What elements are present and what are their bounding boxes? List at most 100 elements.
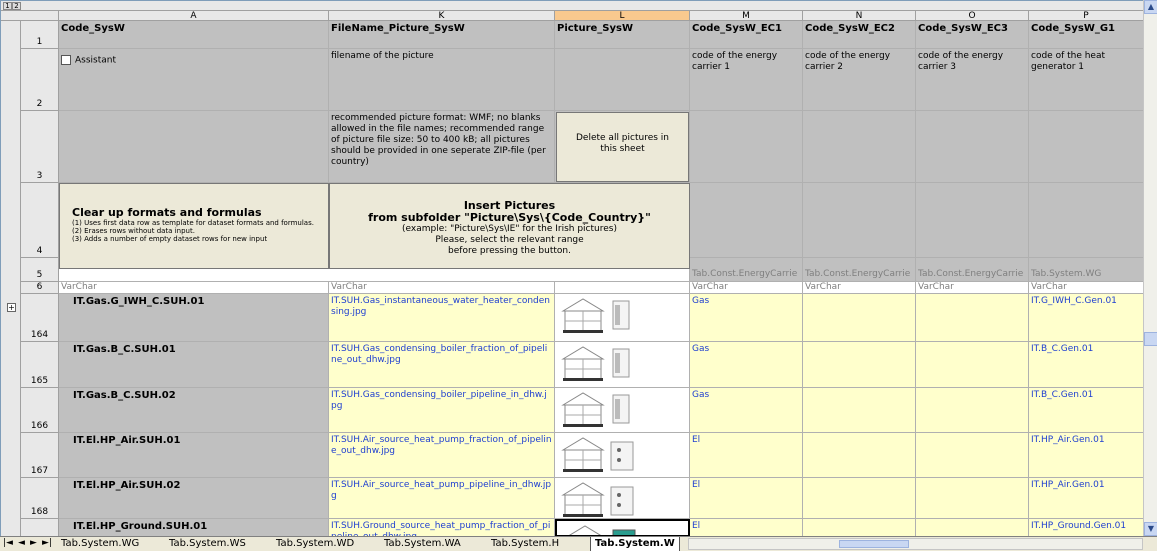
cell-energy-carrier-1[interactable]: Gas [690, 294, 803, 342]
row-header[interactable]: 4 [21, 183, 59, 258]
column-header-m[interactable]: M [690, 11, 803, 21]
row-header[interactable]: 165 [21, 342, 59, 388]
cell-a6[interactable]: VarChar [59, 282, 329, 294]
cell-m2[interactable]: code of the energy carrier 1 [690, 49, 803, 111]
cell-filename[interactable]: IT.SUH.Air_source_heat_pump_fraction_of_… [329, 433, 555, 478]
first-sheet-icon[interactable]: |◄ [3, 538, 13, 548]
last-sheet-icon[interactable]: ►| [42, 538, 52, 548]
sheet-tab[interactable]: Tab.System.H [487, 537, 563, 551]
cell-energy-carrier-2[interactable] [803, 388, 916, 433]
cell-m5[interactable]: Tab.Const.EnergyCarrie [690, 258, 803, 282]
cell-n2[interactable]: code of the energy carrier 2 [803, 49, 916, 111]
cell-picture[interactable] [555, 294, 690, 342]
horizontal-scroll-thumb[interactable] [839, 540, 909, 548]
select-all-corner[interactable] [1, 11, 59, 21]
cell-filename[interactable]: IT.SUH.Gas_condensing_boiler_fraction_of… [329, 342, 555, 388]
cell-m3[interactable] [690, 111, 803, 183]
cell-energy-carrier-2[interactable] [803, 342, 916, 388]
cell-n5[interactable]: Tab.Const.EnergyCarrie [803, 258, 916, 282]
row-header[interactable]: 167 [21, 433, 59, 478]
horizontal-scrollbar[interactable] [688, 538, 1143, 550]
delete-all-pictures-button[interactable]: Delete all pictures in this sheet [556, 112, 689, 182]
cell-n6[interactable]: VarChar [803, 282, 916, 294]
cell-heat-generator-1[interactable]: IT.B_C.Gen.01 [1029, 342, 1143, 388]
cell-p3[interactable] [1029, 111, 1143, 183]
cell-code[interactable]: IT.Gas.G_IWH_C.SUH.01 [59, 294, 329, 342]
row-header[interactable]: 168 [21, 478, 59, 519]
row-header[interactable]: 3 [21, 111, 59, 183]
cell-k5[interactable] [329, 269, 690, 282]
cell-o3[interactable] [916, 111, 1029, 183]
column-header-l[interactable]: L [555, 11, 690, 21]
row-header[interactable]: 164 [21, 294, 59, 342]
sheet-tab[interactable]: Tab.System.W [590, 537, 680, 551]
cell-picture[interactable] [555, 433, 690, 478]
cell-energy-carrier-3[interactable] [916, 519, 1029, 536]
cell-code[interactable]: IT.El.HP_Air.SUH.01 [59, 433, 329, 478]
sheet-tab[interactable]: Tab.System.WG [57, 537, 143, 551]
scroll-up-icon[interactable]: ▲ [1144, 0, 1157, 14]
cell-m6[interactable]: VarChar [690, 282, 803, 294]
cell-picture[interactable] [555, 342, 690, 388]
cell-m1[interactable]: Code_SysW_EC1 [690, 21, 803, 49]
column-header-o[interactable]: O [916, 11, 1029, 21]
cell-p2[interactable]: code of the heat generator 1 [1029, 49, 1143, 111]
cell-p6[interactable]: VarChar [1029, 282, 1143, 294]
cell-p1[interactable]: Code_SysW_G1 [1029, 21, 1143, 49]
column-header-p[interactable]: P [1029, 11, 1143, 21]
cell-energy-carrier-2[interactable] [803, 433, 916, 478]
cell-code[interactable]: IT.Gas.B_C.SUH.02 [59, 388, 329, 433]
cell-energy-carrier-3[interactable] [916, 388, 1029, 433]
cell-l1[interactable]: Picture_SysW [555, 21, 690, 49]
cell-code[interactable]: IT.Gas.B_C.SUH.01 [59, 342, 329, 388]
cell-energy-carrier-1[interactable]: El [690, 478, 803, 519]
cell-k3[interactable]: recommended picture format: WMF; no blan… [329, 111, 555, 183]
cell-heat-generator-1[interactable]: IT.G_IWH_C.Gen.01 [1029, 294, 1143, 342]
sheet-tab[interactable]: Tab.System.WD [272, 537, 358, 551]
cell-energy-carrier-1[interactable]: El [690, 433, 803, 478]
row-header[interactable]: 5 [21, 258, 59, 282]
cell-m4[interactable] [690, 183, 803, 258]
cell-filename[interactable]: IT.SUH.Air_source_heat_pump_pipeline_in_… [329, 478, 555, 519]
sheet-tab[interactable]: Tab.System.WS [165, 537, 250, 551]
cell-energy-carrier-1[interactable]: Gas [690, 388, 803, 433]
cell-picture[interactable] [555, 388, 690, 433]
outline-level-1-button[interactable]: 1 [3, 2, 12, 10]
cell-energy-carrier-3[interactable] [916, 478, 1029, 519]
cell-o1[interactable]: Code_SysW_EC3 [916, 21, 1029, 49]
cell-a3[interactable] [59, 111, 329, 183]
scroll-thumb[interactable] [1144, 332, 1157, 346]
row-header[interactable] [21, 519, 59, 536]
insert-pictures-button[interactable]: Insert Pictures from subfolder "Picture\… [329, 183, 690, 269]
cell-energy-carrier-1[interactable]: Gas [690, 342, 803, 388]
cell-k1[interactable]: FileName_Picture_SysW [329, 21, 555, 49]
cell-n3[interactable] [803, 111, 916, 183]
cell-energy-carrier-3[interactable] [916, 342, 1029, 388]
cell-heat-generator-1[interactable]: IT.B_C.Gen.01 [1029, 388, 1143, 433]
cell-l2[interactable] [555, 49, 690, 111]
column-header-a[interactable]: A [59, 11, 329, 21]
column-header-k[interactable]: K [329, 11, 555, 21]
cell-heat-generator-1[interactable]: IT.HP_Air.Gen.01 [1029, 433, 1143, 478]
cell-n4[interactable] [803, 183, 916, 258]
cell-energy-carrier-2[interactable] [803, 478, 916, 519]
cell-p5[interactable]: Tab.System.WG [1029, 258, 1143, 282]
cell-o4[interactable] [916, 183, 1029, 258]
expand-group-icon[interactable]: + [7, 303, 16, 312]
cell-a1[interactable]: Code_SysW [59, 21, 329, 49]
assistant-checkbox[interactable] [61, 55, 71, 65]
cell-energy-carrier-2[interactable] [803, 519, 916, 536]
vertical-scrollbar[interactable]: ▲ ▼ [1143, 0, 1157, 536]
cell-heat-generator-1[interactable]: IT.HP_Air.Gen.01 [1029, 478, 1143, 519]
cell-n1[interactable]: Code_SysW_EC2 [803, 21, 916, 49]
cell-code[interactable]: IT.El.HP_Air.SUH.02 [59, 478, 329, 519]
cell-p4[interactable] [1029, 183, 1143, 258]
row-header[interactable]: 166 [21, 388, 59, 433]
row-header[interactable]: 2 [21, 49, 59, 111]
cell-energy-carrier-3[interactable] [916, 433, 1029, 478]
cell-l6[interactable] [555, 282, 690, 294]
next-sheet-icon[interactable]: ► [30, 538, 37, 548]
cell-energy-carrier-1[interactable]: El [690, 519, 803, 536]
spreadsheet-grid[interactable]: 1 2 A K L M N O P + 1 2 3 4 5 6 164 165 … [0, 0, 1143, 536]
cell-energy-carrier-2[interactable] [803, 294, 916, 342]
